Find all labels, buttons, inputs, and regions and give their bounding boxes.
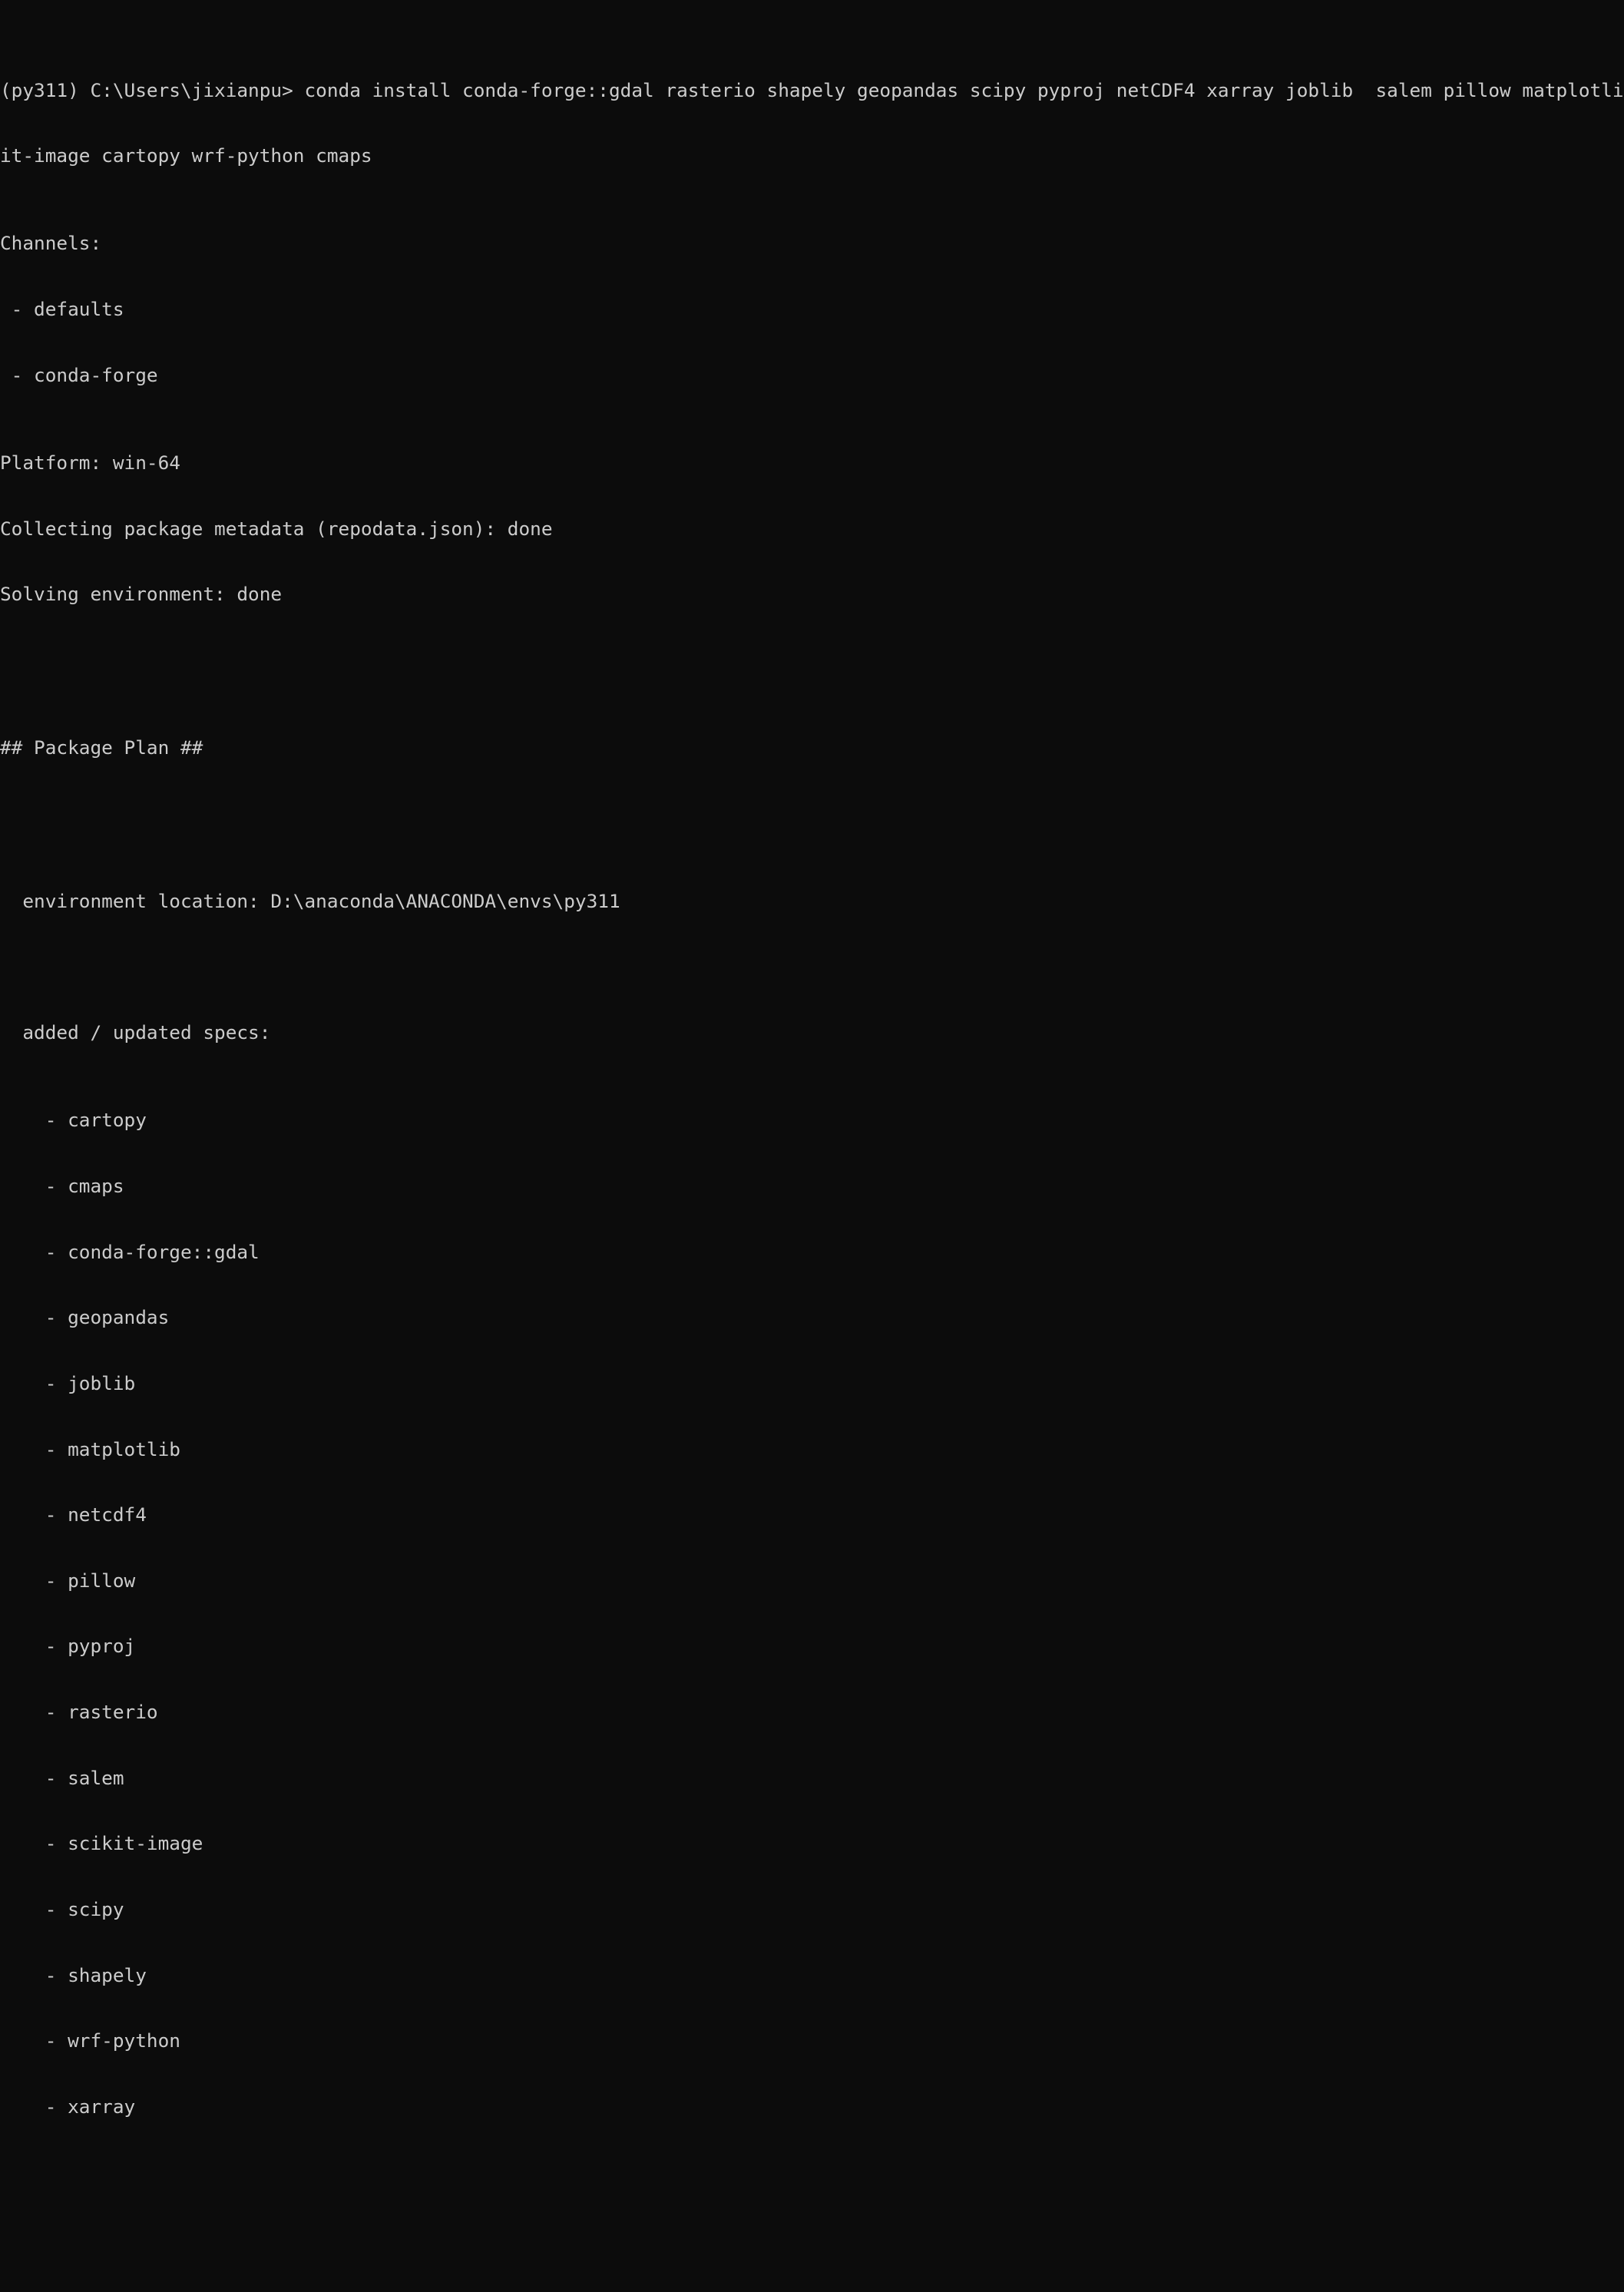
channels-header: Channels:	[0, 232, 102, 255]
specs-header: added / updated specs:	[0, 1021, 271, 1044]
spec-item: - joblib	[0, 1371, 136, 1394]
command-prompt-line-1: (py311) C:\Users\jixianpu> conda install…	[0, 78, 1624, 101]
solving-environment-line: Solving environment: done	[0, 583, 283, 606]
spec-item: - conda-forge::gdal	[0, 1240, 260, 1263]
spec-item: - salem	[0, 1766, 124, 1789]
terminal-window[interactable]: (py311) C:\Users\jixianpu> conda install…	[0, 0, 1624, 2292]
spec-item: - pyproj	[0, 1635, 136, 1658]
spec-item: - pillow	[0, 1569, 136, 1592]
spec-item: - cartopy	[0, 1109, 147, 1132]
spec-item: - geopandas	[0, 1306, 170, 1329]
spec-item: - scipy	[0, 1898, 124, 1921]
collecting-metadata-line: Collecting package metadata (repodata.js…	[0, 517, 553, 540]
command-prompt-line-2: it-image cartopy wrf-python cmaps	[0, 144, 372, 167]
spec-item: - wrf-python	[0, 2029, 180, 2052]
environment-location-line: environment location: D:\anaconda\ANACON…	[0, 889, 620, 912]
spec-item: - rasterio	[0, 1701, 158, 1724]
spec-item: - cmaps	[0, 1174, 124, 1197]
channel-item-conda-forge: - conda-forge	[0, 363, 158, 386]
package-plan-header: ## Package Plan ##	[0, 736, 203, 759]
spec-item: - netcdf4	[0, 1503, 147, 1526]
spec-item: - shapely	[0, 1963, 147, 1986]
platform-line: Platform: win-64	[0, 451, 180, 474]
spec-item: - matplotlib	[0, 1437, 180, 1460]
channel-item-defaults: - defaults	[0, 298, 124, 321]
spec-item: - scikit-image	[0, 1832, 203, 1855]
spec-item: - xarray	[0, 2095, 136, 2118]
